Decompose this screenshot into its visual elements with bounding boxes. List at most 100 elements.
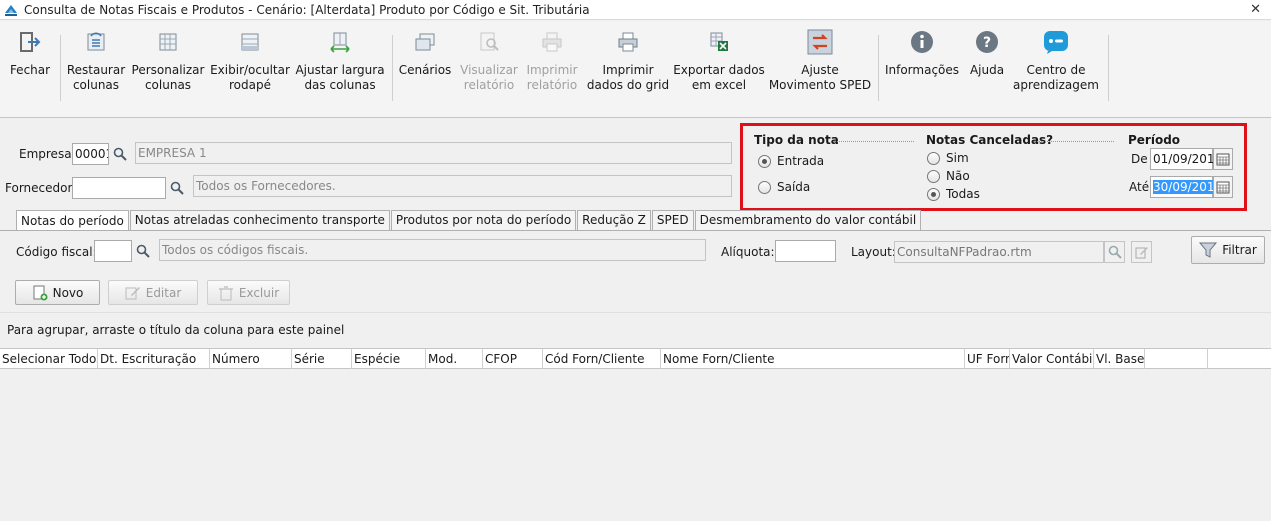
empresa-name-field: EMPRESA 1 bbox=[135, 142, 732, 164]
close-window-button[interactable]: ✕ bbox=[1250, 2, 1261, 17]
grid-header: Selecionar Todos Dt. Escrituração Número… bbox=[0, 348, 1271, 369]
date-from-input[interactable]: 01/09/2019 bbox=[1150, 148, 1222, 170]
column-header[interactable]: Vl. Base I bbox=[1094, 349, 1145, 369]
radio-indicator bbox=[758, 180, 771, 194]
column-header[interactable]: UF Forn bbox=[965, 349, 1010, 369]
de-label: De bbox=[1131, 152, 1148, 166]
editar-button[interactable]: Editar bbox=[108, 280, 198, 305]
novo-button[interactable]: Novo bbox=[15, 280, 100, 305]
tab-notas-atreladas[interactable]: Notas atreladas conhecimento transporte bbox=[129, 210, 390, 230]
fornecedor-name-field: Todos os Fornecedores. bbox=[193, 175, 732, 197]
new-document-icon bbox=[32, 285, 48, 301]
printer-icon bbox=[539, 29, 565, 55]
sped-adjust-icon bbox=[807, 29, 833, 55]
magnifier-report-icon bbox=[476, 29, 502, 55]
empresa-code-input[interactable]: 00001 bbox=[72, 143, 109, 165]
column-header[interactable]: Selecionar Todos bbox=[0, 349, 98, 369]
help-icon: ? bbox=[974, 29, 1000, 55]
imprimir-dados-grid-button[interactable]: Imprimir dados do grid bbox=[587, 29, 669, 109]
column-header[interactable]: Mod. bbox=[426, 349, 483, 369]
toolbar-separator bbox=[878, 35, 879, 101]
informacoes-button[interactable]: Informações bbox=[885, 29, 959, 109]
tab-sped[interactable]: SPED bbox=[651, 210, 694, 230]
column-header[interactable]: Dt. Escrituração bbox=[98, 349, 210, 369]
layout-search-icon[interactable] bbox=[1104, 241, 1125, 263]
column-width-icon bbox=[327, 29, 353, 55]
ajustar-largura-colunas-button[interactable]: Ajustar largura das colunas bbox=[295, 29, 385, 109]
aliquota-input[interactable] bbox=[775, 240, 836, 262]
radio-selected-indicator bbox=[758, 154, 771, 168]
svg-text:?: ? bbox=[983, 35, 991, 51]
radio-indicator bbox=[927, 151, 940, 165]
calendar-to-icon[interactable] bbox=[1213, 176, 1233, 198]
funnel-icon bbox=[1199, 241, 1218, 259]
date-to-input[interactable]: 30/09/2019 bbox=[1150, 176, 1223, 198]
tab-notas-periodo[interactable]: Notas do período bbox=[16, 210, 129, 231]
visualizar-relatorio-button[interactable]: Visualizar relatório bbox=[460, 29, 518, 109]
column-header[interactable]: Série bbox=[292, 349, 352, 369]
layout-edit-icon[interactable] bbox=[1131, 241, 1152, 263]
exibir-ocultar-rodape-button[interactable]: Exibir/ocultar rodapé bbox=[210, 29, 290, 109]
calendar-from-icon[interactable] bbox=[1213, 148, 1233, 170]
codigo-fiscal-desc: Todos os códigos fiscais. bbox=[159, 239, 706, 261]
toolbar-separator bbox=[60, 35, 61, 101]
periodo-title: Período bbox=[1128, 133, 1181, 147]
radio-saida[interactable]: Saída bbox=[758, 180, 810, 194]
radio-sim[interactable]: Sim bbox=[927, 151, 969, 165]
exit-icon bbox=[17, 29, 43, 55]
group-by-hint: Para agrupar, arraste o título da coluna… bbox=[7, 323, 345, 337]
tab-strip: Notas do período Notas atreladas conheci… bbox=[16, 210, 922, 231]
centro-aprendizagem-button[interactable]: Centro de aprendizagem bbox=[1013, 29, 1099, 109]
empresa-search-icon[interactable] bbox=[109, 143, 130, 165]
codigo-fiscal-input[interactable] bbox=[94, 240, 132, 262]
ajuda-button[interactable]: ? Ajuda bbox=[966, 29, 1008, 109]
codigo-fiscal-label: Código fiscal: bbox=[16, 245, 97, 259]
radio-entrada[interactable]: Entrada bbox=[758, 154, 824, 168]
layout-field: ConsultaNFPadrao.rtm bbox=[894, 241, 1104, 263]
column-header[interactable]: CFOP bbox=[483, 349, 543, 369]
restaurar-colunas-button[interactable]: Restaurar colunas bbox=[66, 29, 126, 109]
group-divider bbox=[1034, 141, 1114, 142]
group-divider bbox=[834, 141, 914, 142]
grid-body[interactable] bbox=[0, 369, 1271, 521]
excel-export-icon bbox=[706, 29, 732, 55]
customize-columns-icon bbox=[155, 29, 181, 55]
column-header[interactable]: Nome Forn/Cliente bbox=[661, 349, 965, 369]
group-by-panel[interactable]: Para agrupar, arraste o título da coluna… bbox=[0, 312, 1271, 348]
tab-desmembramento[interactable]: Desmembramento do valor contábil bbox=[694, 210, 922, 230]
tab-produtos-nota[interactable]: Produtos por nota do período bbox=[390, 210, 577, 230]
exportar-excel-button[interactable]: Exportar dados em excel bbox=[673, 29, 765, 109]
radio-selected-indicator bbox=[927, 187, 940, 201]
personalizar-colunas-button[interactable]: Personalizar colunas bbox=[132, 29, 204, 109]
title-bar: Consulta de Notas Fiscais e Produtos - C… bbox=[0, 0, 1271, 20]
radio-nao[interactable]: Não bbox=[927, 169, 970, 183]
imprimir-relatorio-button[interactable]: Imprimir relatório bbox=[524, 29, 580, 109]
column-header[interactable]: Valor Contábil bbox=[1010, 349, 1094, 369]
codigo-fiscal-search-icon[interactable] bbox=[132, 240, 153, 262]
filtrar-button[interactable]: Filtrar bbox=[1191, 236, 1265, 264]
fornecedor-code-input[interactable] bbox=[72, 177, 166, 199]
toolbar-separator bbox=[1108, 35, 1109, 101]
column-header-empty bbox=[1145, 349, 1208, 369]
empresa-label: Empresa: bbox=[19, 147, 76, 161]
column-header[interactable]: Cód Forn/Cliente bbox=[543, 349, 661, 369]
chat-learning-icon bbox=[1043, 29, 1069, 55]
cenarios-button[interactable]: Cenários bbox=[398, 29, 452, 109]
column-header[interactable]: Número bbox=[210, 349, 292, 369]
layout-label: Layout: bbox=[851, 245, 896, 259]
column-header[interactable]: Espécie bbox=[352, 349, 426, 369]
fechar-button[interactable]: Fechar bbox=[8, 29, 52, 109]
fornecedor-label: Fornecedor: bbox=[5, 181, 77, 195]
info-icon bbox=[909, 29, 935, 55]
app-logo-icon bbox=[4, 3, 18, 17]
excluir-button[interactable]: Excluir bbox=[207, 280, 290, 305]
tipo-nota-title: Tipo da nota bbox=[754, 133, 839, 147]
fornecedor-search-icon[interactable] bbox=[166, 177, 187, 199]
restore-columns-icon bbox=[83, 29, 109, 55]
radio-indicator bbox=[927, 169, 940, 183]
window-title: Consulta de Notas Fiscais e Produtos - C… bbox=[24, 2, 590, 17]
radio-todas[interactable]: Todas bbox=[927, 187, 980, 201]
ajuste-movimento-sped-button[interactable]: Ajuste Movimento SPED bbox=[769, 29, 871, 109]
tab-reducao-z[interactable]: Redução Z bbox=[577, 210, 651, 230]
toolbar-separator bbox=[392, 35, 393, 101]
